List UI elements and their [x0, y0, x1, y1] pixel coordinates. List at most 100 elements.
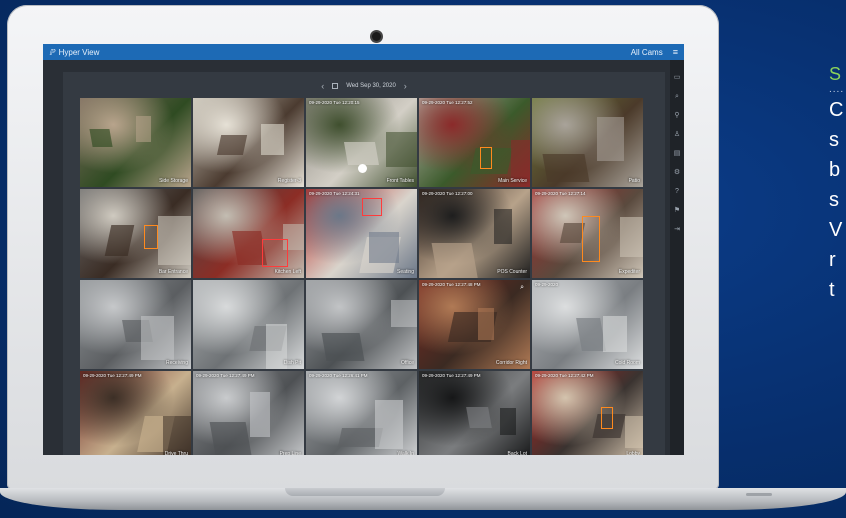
camera-label: Side Storage	[159, 178, 188, 184]
app-title: Hyper View	[58, 47, 100, 57]
camera-tile[interactable]: 09-29-2020 Tue 12:27:48 PM Corridor Right…	[419, 280, 530, 369]
scene-object	[369, 231, 400, 263]
camera-label: Cold Room	[614, 360, 640, 366]
help-icon[interactable]: ?	[675, 182, 679, 201]
camera-label: Expediter	[618, 269, 640, 275]
camera-timestamp: 09-29-2020 Tue 12:27:42 PM	[535, 373, 594, 378]
scene-object	[216, 135, 247, 156]
camera-tile[interactable]: 09-29-2020 Tue 12:26:41 PM Walk In	[306, 371, 417, 455]
camera-tile[interactable]: Patio	[532, 98, 643, 187]
scene-object	[249, 392, 270, 437]
camera-tile[interactable]: 09-29-2020 Tue 12:27:00 POS Counter	[419, 189, 530, 278]
scene-object	[163, 415, 191, 455]
camera-timestamp: 09-29-2020 Tue 12:27:49 PM	[196, 373, 255, 378]
date-navigator: ‹ Wed Sep 30, 2020 ›	[63, 78, 665, 94]
camera-label: Lobby	[626, 451, 640, 455]
camera-timestamp: 09-29-2020 Tue 12:27:52	[422, 100, 473, 105]
prev-day-button[interactable]: ‹	[321, 81, 324, 91]
play-icon[interactable]	[357, 163, 367, 173]
scene-object	[209, 421, 252, 455]
scene-object	[104, 224, 135, 256]
camera-tile[interactable]: Bar Entrance	[80, 189, 191, 278]
scene-object	[597, 116, 625, 162]
camera-label: Main Service	[498, 178, 527, 184]
detection-box	[361, 197, 382, 216]
scene-object	[465, 407, 492, 429]
camera-tile[interactable]: Register-3	[193, 98, 304, 187]
camera-label: Dish Pit	[283, 360, 301, 366]
all-cams-dropdown[interactable]: All Cams	[631, 48, 663, 57]
app-titlebar: ℙ Hyper View All Cams ≡	[43, 44, 684, 60]
next-day-button[interactable]: ›	[404, 81, 407, 91]
marketing-line: s	[829, 129, 839, 151]
camera-main-panel: ‹ Wed Sep 30, 2020 › Side Storage Registe…	[63, 72, 665, 455]
laptop-notch	[285, 488, 445, 496]
camera-label: Register-3	[277, 178, 301, 184]
print-icon[interactable]: ▤	[674, 144, 681, 163]
camera-tile[interactable]: Receiving	[80, 280, 191, 369]
camera-label: Front Tables	[386, 178, 414, 184]
scene-object	[135, 115, 152, 143]
user-icon[interactable]: ♙	[674, 125, 680, 144]
camera-tile[interactable]: 09-29-2020 Tue 12:27:42 PM Lobby	[532, 371, 643, 455]
camera-label: Bar Entrance	[158, 269, 188, 275]
camera-label: Receiving	[166, 360, 188, 366]
camera-tile[interactable]: 09-29-2020 Cold Room	[532, 280, 643, 369]
scene-object	[391, 300, 417, 328]
zoom-icon[interactable]: ⌕	[520, 284, 524, 292]
marketing-text: S .... CsbsVrt	[829, 63, 846, 305]
current-date: Wed Sep 30, 2020	[346, 83, 396, 89]
scene-object	[89, 129, 113, 147]
camera-timestamp: 09-29-2020 Tue 12:26:41 PM	[309, 373, 368, 378]
camera-tile[interactable]: Office	[306, 280, 417, 369]
camera-tile[interactable]: 09-29-2020 Tue 12:27:49 PM Prep Line	[193, 371, 304, 455]
scene-object	[385, 131, 417, 168]
camera-tile[interactable]: Side Storage	[80, 98, 191, 187]
scene-object	[321, 332, 364, 361]
camera-timestamp: 09-29-2020 Tue 12:24:31	[309, 191, 360, 196]
detection-box	[581, 215, 600, 262]
scene-object	[374, 400, 403, 450]
camera-timestamp: 09-29-2020	[535, 282, 559, 287]
scene-object	[500, 408, 516, 436]
camera-label: Seating	[397, 269, 414, 275]
camera-tile[interactable]: 09-29-2020 Tue 12:27:49 PM Back Lot	[419, 371, 530, 455]
camera-label: Corridor Right	[495, 360, 527, 366]
logout-icon[interactable]: ⇥	[674, 220, 680, 239]
webcam-dot	[372, 32, 381, 41]
camera-tile[interactable]: Kitchen Left	[193, 189, 304, 278]
camera-label: Patio	[628, 178, 640, 184]
camera-label: Kitchen Left	[274, 269, 301, 275]
marketing-line: r	[829, 249, 836, 271]
camera-label: Office	[401, 360, 414, 366]
scene-object	[494, 208, 513, 245]
camera-tile[interactable]: 09-29-2020 Tue 12:20:15 Front Tables	[306, 98, 417, 187]
flag-icon[interactable]: ⚑	[674, 201, 680, 220]
camera-tile[interactable]: Dish Pit	[193, 280, 304, 369]
scene-object	[343, 141, 380, 165]
camera-tile[interactable]: 09-29-2020 Tue 12:27:52 Main Service	[419, 98, 530, 187]
scene-object	[511, 139, 530, 180]
calendar-icon[interactable]	[332, 83, 339, 89]
camera-tile[interactable]: 09-29-2020 Tue 12:24:31 Seating	[306, 189, 417, 278]
app-screen: ℙ Hyper View All Cams ≡ ‹ Wed Sep 30, 20…	[43, 44, 684, 455]
scene-object	[157, 215, 191, 265]
scene-object	[477, 308, 495, 340]
scene-object	[575, 318, 606, 352]
detection-box	[144, 224, 159, 249]
marketing-line: V	[829, 219, 843, 241]
marketing-line: t	[829, 279, 835, 301]
scene-object	[625, 416, 643, 448]
scene-object	[619, 216, 643, 257]
settings-icon[interactable]: ⚙	[674, 163, 680, 182]
pin-icon[interactable]: ⚲	[674, 106, 679, 125]
camera-tile[interactable]: 09-29-2020 Tue 12:27:49 PM Drive Thru	[80, 371, 191, 455]
detection-box	[480, 146, 493, 169]
heading-divider: ....	[829, 84, 845, 95]
camera-tile[interactable]: 09-29-2020 Tue 12:27:14 Expediter	[532, 189, 643, 278]
monitor-icon[interactable]: ▭	[674, 68, 681, 87]
menu-icon[interactable]: ≡	[673, 47, 678, 57]
laptop-vent	[746, 493, 772, 496]
camera-timestamp: 09-29-2020 Tue 12:27:49 PM	[83, 373, 142, 378]
search-icon[interactable]: ⌕	[675, 87, 679, 106]
